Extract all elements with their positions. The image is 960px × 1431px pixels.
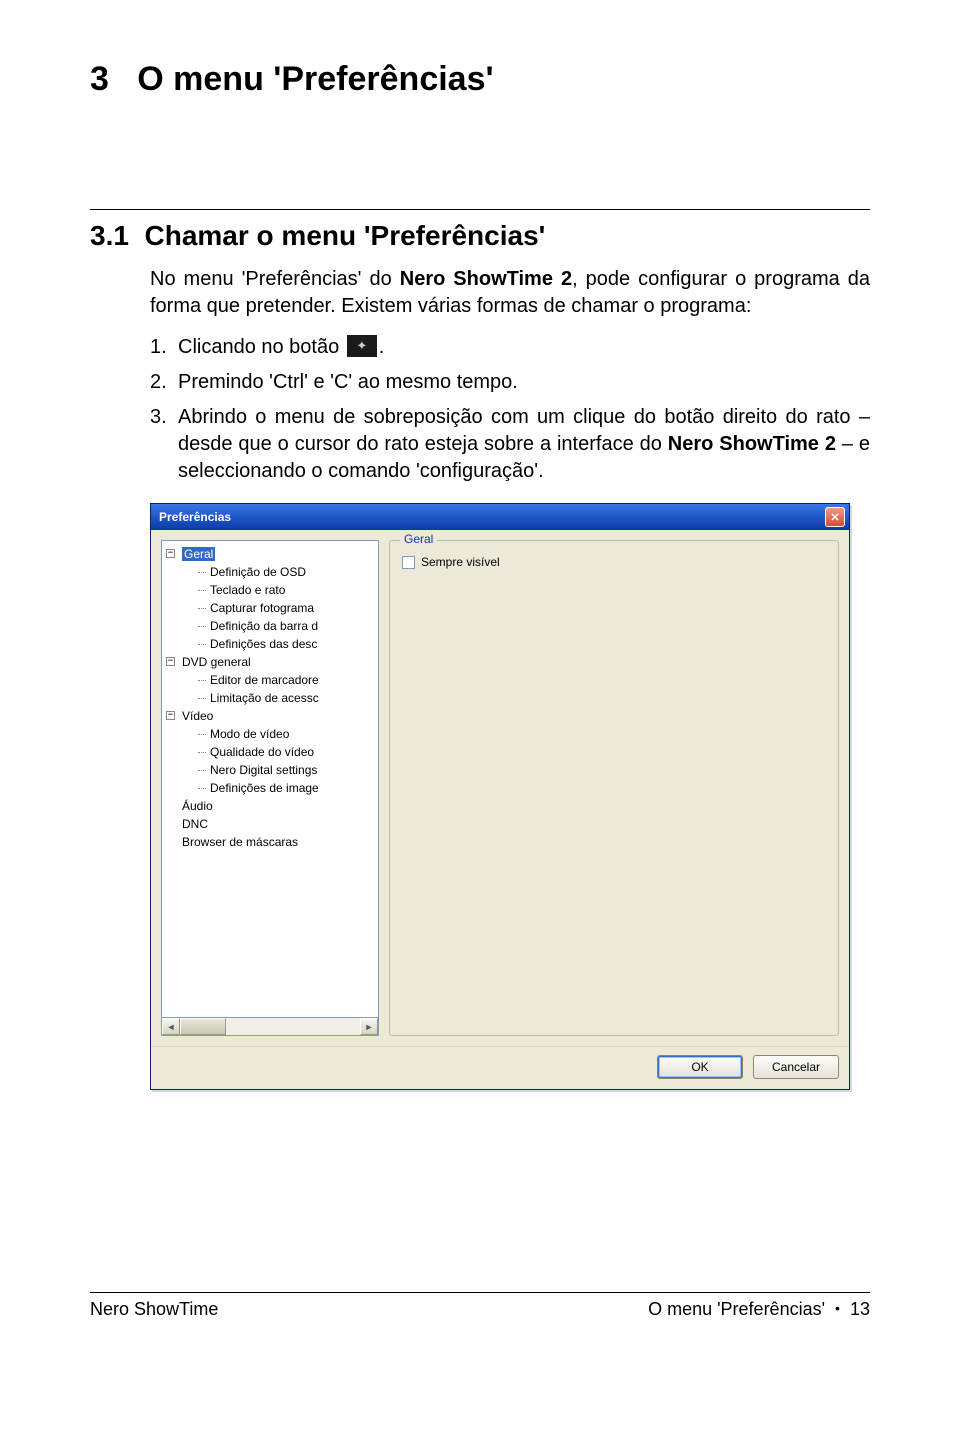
settings-icon [347, 335, 377, 357]
tree-node-dnc[interactable]: DNC [166, 815, 378, 833]
collapse-icon[interactable]: − [166, 549, 175, 558]
collapse-icon[interactable]: − [166, 711, 175, 720]
tree-node-dvd[interactable]: − DVD general Editor de marcadore Limita… [166, 653, 378, 707]
section-number: 3.1 [90, 220, 129, 251]
chapter-number: 3 [90, 60, 109, 98]
tree-label-dvd: DVD general [182, 655, 251, 669]
tree-node-audio[interactable]: Áudio [166, 797, 378, 815]
bullet-icon: • [835, 1300, 840, 1316]
preferences-dialog: Preferências ✕ − Geral Definição de OSD … [150, 503, 850, 1090]
tree-item[interactable]: Definições das desc [196, 635, 378, 653]
tree-node-geral[interactable]: − Geral Definição de OSD Teclado e rato … [166, 545, 378, 653]
chapter-heading: 3 O menu 'Preferências' [90, 60, 870, 99]
step-3: 3. Abrindo o menu de sobreposição com um… [150, 404, 870, 485]
scrollbar-track[interactable] [180, 1018, 360, 1035]
tree-item[interactable]: Definição da barra d [196, 617, 378, 635]
intro-paragraph: No menu 'Preferências' do Nero ShowTime … [90, 266, 870, 320]
tree-item[interactable]: Nero Digital settings [196, 761, 378, 779]
general-groupbox: Geral Sempre visível [389, 540, 839, 1036]
always-visible-checkbox[interactable]: Sempre visível [402, 555, 826, 569]
collapse-icon[interactable]: − [166, 657, 175, 666]
page-footer: Nero ShowTime O menu 'Preferências' • 13 [90, 1292, 870, 1320]
dialog-title: Preferências [159, 510, 231, 524]
scroll-right-icon[interactable]: ► [360, 1018, 378, 1035]
section-heading: 3.1 Chamar o menu 'Preferências' [90, 209, 870, 252]
checkbox-label: Sempre visível [421, 555, 500, 569]
scroll-left-icon[interactable]: ◄ [162, 1018, 180, 1035]
dialog-footer: OK Cancelar [151, 1046, 849, 1089]
tree-item[interactable]: Modo de vídeo [196, 725, 378, 743]
footer-left: Nero ShowTime [90, 1299, 218, 1320]
tree-item[interactable]: Definições de image [196, 779, 378, 797]
close-icon[interactable]: ✕ [825, 507, 845, 527]
tree-item[interactable]: Definição de OSD [196, 563, 378, 581]
chapter-title: O menu 'Preferências' [137, 60, 493, 98]
tree-label-video: Vídeo [182, 709, 213, 723]
ok-button[interactable]: OK [657, 1055, 743, 1079]
footer-right: O menu 'Preferências' • 13 [648, 1299, 870, 1320]
tree-item[interactable]: Teclado e rato [196, 581, 378, 599]
tree-item[interactable]: Capturar fotograma [196, 599, 378, 617]
horizontal-scrollbar[interactable]: ◄ ► [161, 1018, 379, 1036]
tree-item[interactable]: Limitação de acessc [196, 689, 378, 707]
tree-node-browser[interactable]: Browser de máscaras [166, 833, 378, 851]
dialog-titlebar[interactable]: Preferências ✕ [151, 504, 849, 530]
cancel-button[interactable]: Cancelar [753, 1055, 839, 1079]
tree-node-video[interactable]: − Vídeo Modo de vídeo Qualidade do vídeo… [166, 707, 378, 797]
steps-list: 1. Clicando no botão . 2. Premindo 'Ctrl… [90, 334, 870, 485]
scrollbar-thumb[interactable] [180, 1018, 226, 1035]
step-1: 1. Clicando no botão . [150, 334, 870, 361]
settings-tree[interactable]: − Geral Definição de OSD Teclado e rato … [161, 540, 379, 1018]
page-number: 13 [850, 1299, 870, 1319]
tree-label-geral[interactable]: Geral [182, 547, 215, 561]
section-title: Chamar o menu 'Preferências' [145, 220, 546, 251]
tree-item[interactable]: Editor de marcadore [196, 671, 378, 689]
step-2: 2. Premindo 'Ctrl' e 'C' ao mesmo tempo. [150, 369, 870, 396]
checkbox-icon[interactable] [402, 556, 415, 569]
groupbox-legend: Geral [400, 532, 437, 546]
tree-item[interactable]: Qualidade do vídeo [196, 743, 378, 761]
